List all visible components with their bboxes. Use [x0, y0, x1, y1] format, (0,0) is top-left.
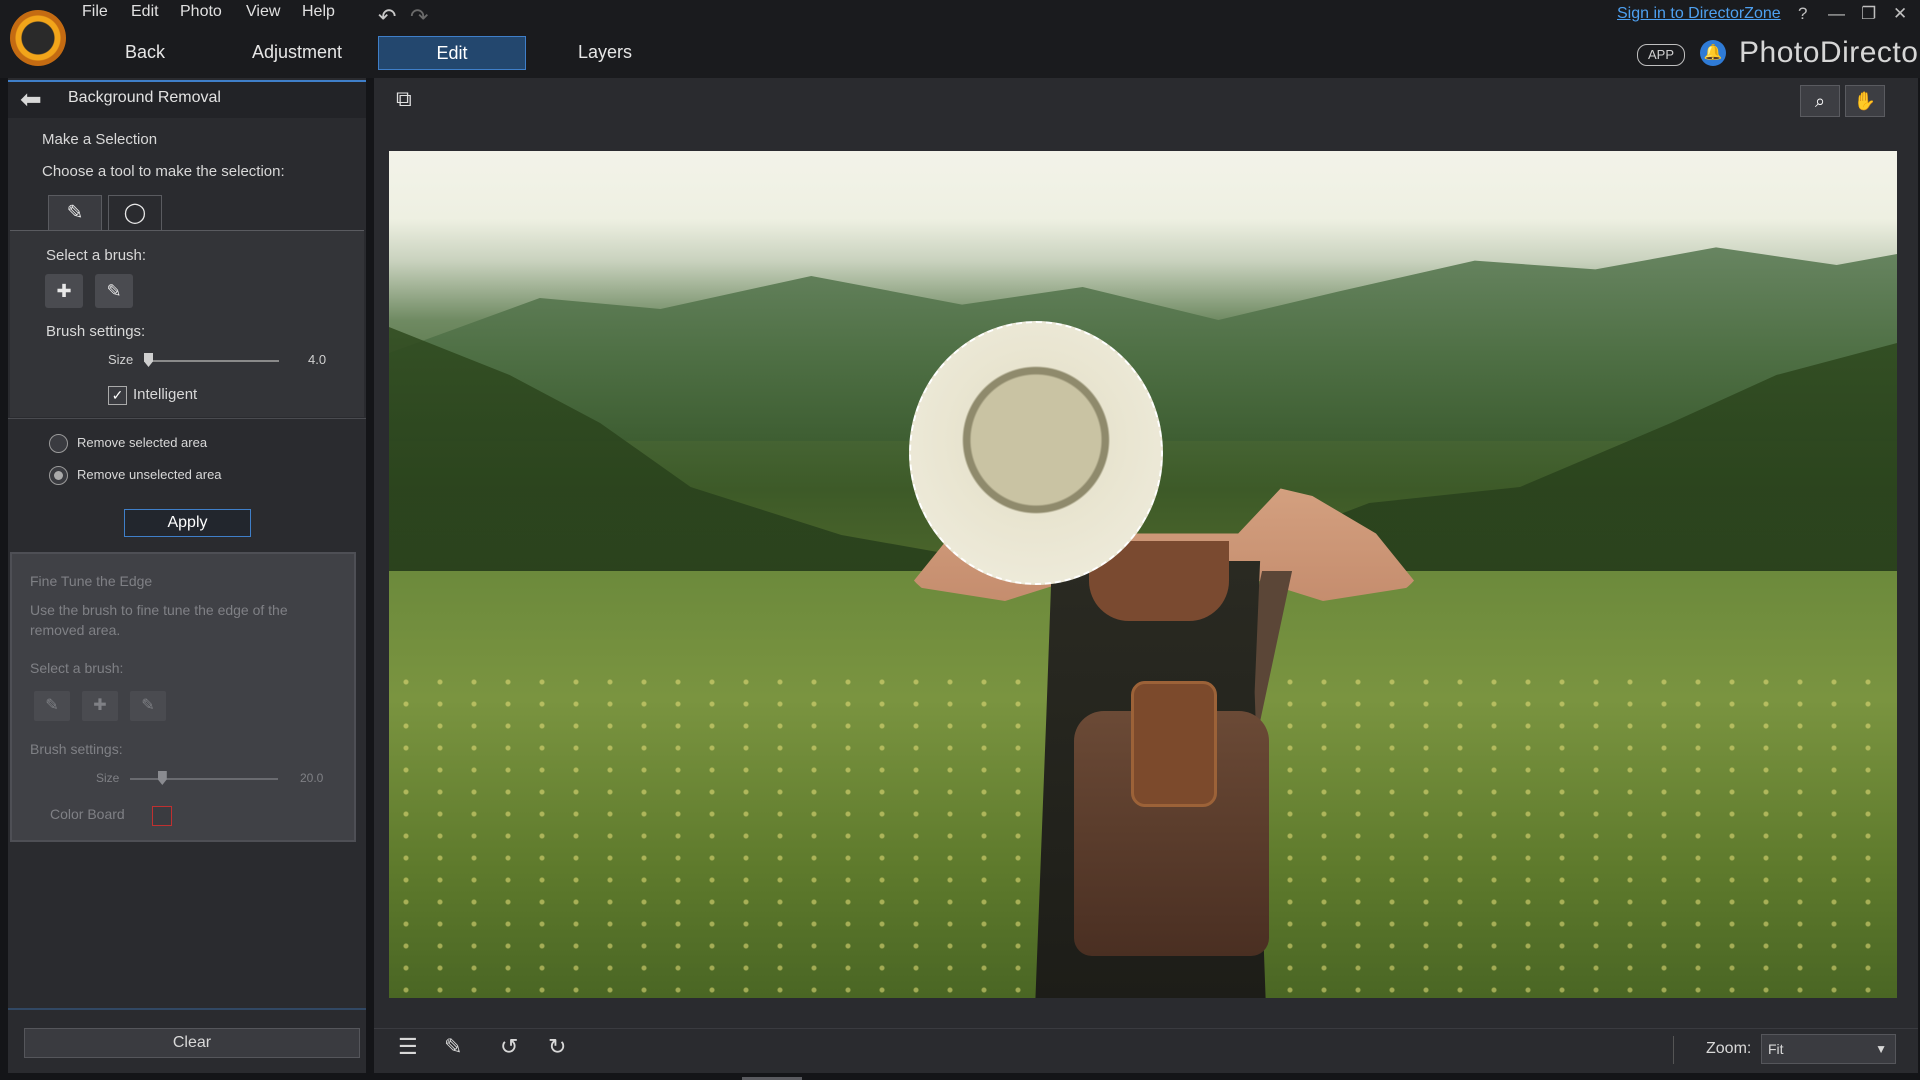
fine-tune-title: Fine Tune the Edge [30, 573, 153, 589]
hand-tool-icon[interactable]: ✋ [1845, 85, 1885, 117]
lasso-tool-button[interactable]: ◯ [108, 195, 162, 231]
tab-layers[interactable]: Layers [570, 36, 640, 68]
divider [8, 418, 366, 419]
size-label: Size [108, 352, 134, 367]
subtract-brush-fine-button[interactable]: ✎ [130, 691, 166, 721]
redo-icon[interactable]: ↷ [410, 4, 428, 30]
fine-tune-size-label: Size [96, 771, 120, 785]
zoom-value: Fit [1768, 1041, 1784, 1057]
size-value: 4.0 [308, 352, 327, 367]
apply-button[interactable]: Apply [124, 509, 251, 537]
remove-unselected-radio[interactable] [49, 466, 68, 485]
menu-photo[interactable]: Photo [180, 3, 222, 21]
brush-settings-label: Brush settings: [46, 323, 146, 340]
fine-tune-size-value: 20.0 [300, 771, 324, 785]
select-brush-label: Select a brush: [46, 247, 147, 264]
bottom-toolbar [374, 1028, 1918, 1073]
panel-separator [8, 1008, 366, 1010]
photodirector-logo-icon [10, 10, 66, 66]
eraser-brush-button[interactable]: ✎ [34, 691, 70, 721]
restore-icon[interactable]: ❐ [1861, 4, 1876, 24]
panel-title: Background Removal [68, 89, 221, 106]
menu-file[interactable]: File [82, 3, 108, 21]
color-board-label: Color Board [50, 806, 125, 822]
zoom-tool-icon[interactable]: ⌕ [1800, 85, 1840, 117]
zoom-separator [1673, 1036, 1674, 1064]
remove-unselected-label: Remove unselected area [77, 467, 222, 482]
compare-view-icon[interactable]: ⧉ [396, 86, 412, 112]
notification-bell-icon[interactable]: 🔔 [1700, 40, 1726, 66]
history-list-icon[interactable]: ☰ [398, 1034, 418, 1060]
fine-tune-description: Use the brush to fine tune the edge of t… [30, 602, 288, 638]
tab-adjustment[interactable]: Adjustment [242, 36, 352, 68]
close-icon[interactable]: ✕ [1893, 4, 1907, 24]
clear-button[interactable]: Clear [24, 1028, 360, 1058]
fine-tune-brush-settings-label: Brush settings: [30, 741, 123, 757]
make-selection-heading: Make a Selection [42, 131, 158, 148]
fine-tune-size-slider[interactable] [130, 778, 278, 780]
remove-selected-radio[interactable] [49, 434, 68, 453]
subtract-brush-button[interactable]: ✎ [95, 274, 133, 308]
menu-view[interactable]: View [246, 3, 280, 21]
remove-selected-label: Remove selected area [77, 435, 208, 450]
back-arrow-icon[interactable]: ⬅ [20, 84, 42, 115]
selection-subject [899, 321, 1429, 998]
menu-help[interactable]: Help [302, 3, 335, 21]
add-brush-button[interactable]: ✚ [45, 274, 83, 308]
app-button[interactable]: APP [1637, 44, 1685, 66]
photo-canvas[interactable] [389, 151, 1897, 998]
chevron-down-icon: ▼ [1875, 1042, 1887, 1056]
smart-brush-tool-button[interactable]: ✎ [48, 195, 102, 231]
choose-tool-label: Choose a tool to make the selection: [42, 163, 285, 180]
add-brush-fine-button[interactable]: ✚ [82, 691, 118, 721]
intelligent-label: Intelligent [133, 386, 198, 403]
undo-icon[interactable]: ↶ [378, 4, 396, 30]
zoom-label: Zoom: [1706, 1040, 1752, 1057]
sign-in-link[interactable]: Sign in to DirectorZone [1617, 5, 1781, 23]
tab-back[interactable]: Back [110, 36, 180, 68]
rotate-left-icon[interactable]: ↺ [500, 1034, 518, 1060]
tab-edit[interactable]: Edit [378, 36, 526, 70]
menu-edit[interactable]: Edit [131, 3, 159, 21]
brand-name: PhotoDirector [1739, 36, 1920, 69]
brush-edit-icon[interactable]: ✎ [444, 1034, 462, 1060]
zoom-select[interactable]: Fit ▼ [1761, 1034, 1896, 1064]
rotate-right-icon[interactable]: ↻ [548, 1034, 566, 1060]
intelligent-checkbox[interactable]: ✓ [108, 386, 127, 405]
minimize-icon[interactable]: — [1828, 4, 1845, 24]
color-board-swatch[interactable] [152, 806, 172, 826]
help-button[interactable]: ? [1798, 4, 1807, 24]
fine-tune-select-brush-label: Select a brush: [30, 660, 124, 676]
size-slider[interactable] [144, 360, 279, 362]
